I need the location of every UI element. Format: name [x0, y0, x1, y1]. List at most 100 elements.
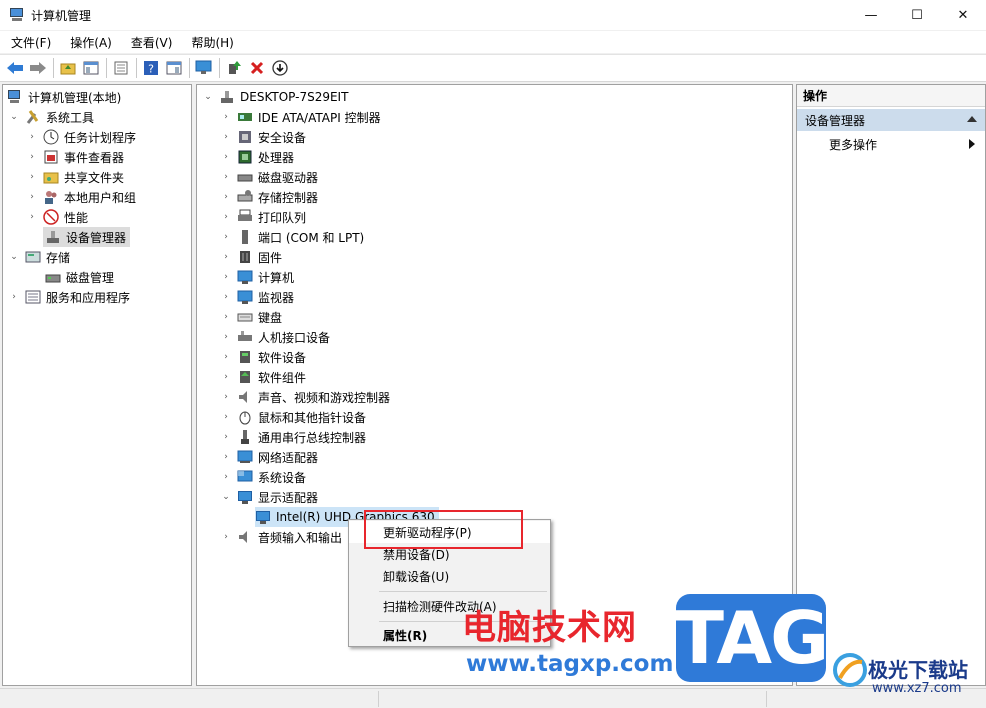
chevron-right-icon[interactable]: › — [221, 172, 231, 182]
chevron-right-icon[interactable]: › — [221, 472, 231, 482]
forward-button[interactable] — [27, 57, 49, 79]
device-category-item[interactable]: › 磁盘驱动器 — [221, 167, 318, 187]
update-driver-button[interactable] — [223, 57, 245, 79]
device-category-item[interactable]: › 监视器 — [221, 287, 294, 307]
device-category-item[interactable]: › 通用串行总线控制器 — [221, 427, 366, 447]
menu-help[interactable]: 帮助(H) — [180, 34, 241, 51]
toolbar-separator — [106, 58, 107, 78]
device-category-item[interactable]: › 处理器 — [221, 147, 294, 167]
firmware-icon — [237, 249, 253, 265]
tree-item-device-manager[interactable]: 设备管理器 — [43, 227, 131, 247]
toolbar-separator — [136, 58, 137, 78]
chevron-right-icon[interactable]: › — [221, 532, 231, 542]
device-category-item[interactable]: › 计算机 — [221, 267, 294, 287]
maximize-button[interactable]: ☐ — [894, 0, 940, 30]
chevron-right-icon[interactable]: › — [221, 312, 231, 322]
device-category-item[interactable]: › 固件 — [221, 247, 282, 267]
svg-text:?: ? — [148, 63, 154, 76]
device-tree-label: 固件 — [258, 250, 283, 265]
device-category-item[interactable]: › 系统设备 — [221, 467, 306, 487]
menu-file[interactable]: 文件(F) — [0, 34, 59, 51]
chevron-down-icon[interactable]: ⌄ — [221, 492, 231, 502]
chevron-right-icon[interactable]: › — [221, 352, 231, 362]
tree-item-local-users[interactable]: › 本地用户和组 — [27, 187, 136, 207]
device-category-item[interactable]: › 网络适配器 — [221, 447, 318, 467]
chevron-right-icon[interactable]: › — [221, 132, 231, 142]
more-actions-item[interactable]: 更多操作 — [797, 133, 985, 155]
back-button[interactable] — [4, 57, 26, 79]
device-tree-label: 系统设备 — [258, 470, 307, 485]
scan-hardware-button[interactable] — [193, 57, 215, 79]
chevron-right-icon[interactable]: › — [221, 232, 231, 242]
uninstall-button[interactable] — [246, 57, 268, 79]
chevron-right-icon[interactable]: › — [221, 252, 231, 262]
tree-item-shared-folders[interactable]: › 共享文件夹 — [27, 167, 124, 187]
close-button[interactable]: ✕ — [940, 0, 986, 30]
performance-icon — [43, 209, 59, 225]
delete-x-icon — [250, 61, 264, 75]
device-category-item[interactable]: › IDE ATA/ATAPI 控制器 — [221, 107, 380, 127]
chevron-right-icon[interactable]: › — [221, 432, 231, 442]
chevron-right-icon[interactable]: › — [221, 212, 231, 222]
minimize-button[interactable]: — — [848, 0, 894, 30]
chevron-right-icon[interactable]: › — [221, 112, 231, 122]
chevron-down-icon[interactable]: ⌄ — [9, 252, 19, 262]
tree-item-task-scheduler[interactable]: › 任务计划程序 — [27, 127, 136, 147]
device-category-item[interactable]: › 存储控制器 — [221, 187, 318, 207]
device-category-audio-io[interactable]: › 音频输入和输出 — [221, 527, 342, 547]
device-category-item[interactable]: › 软件组件 — [221, 367, 306, 387]
chevron-right-icon[interactable]: › — [27, 152, 37, 162]
tree-label: 事件查看器 — [64, 150, 125, 165]
tree-item-system-tools[interactable]: ⌄ 系统工具 — [9, 107, 94, 127]
chevron-right-icon[interactable]: › — [221, 272, 231, 282]
device-category-display-adapters[interactable]: ⌄ 显示适配器 — [221, 487, 318, 507]
device-category-item[interactable]: › 安全设备 — [221, 127, 306, 147]
tree-label: 性能 — [64, 210, 89, 225]
menu-action[interactable]: 操作(A) — [59, 34, 120, 51]
tree-item-storage[interactable]: ⌄ 存储 — [9, 247, 70, 267]
tree-item-event-viewer[interactable]: › 事件查看器 — [27, 147, 124, 167]
device-category-item[interactable]: › 键盘 — [221, 307, 282, 327]
device-category-item[interactable]: › 端口 (COM 和 LPT) — [221, 227, 364, 247]
menu-item-uninstall-device[interactable]: 卸载设备(U) — [349, 565, 550, 587]
status-segment — [378, 691, 379, 707]
download-circle-icon — [272, 60, 288, 76]
device-category-item[interactable]: › 打印队列 — [221, 207, 306, 227]
chevron-down-icon[interactable]: ⌄ — [203, 92, 213, 102]
chevron-right-icon[interactable]: › — [221, 332, 231, 342]
device-category-item[interactable]: › 人机接口设备 — [221, 327, 330, 347]
tree-item-disk-management[interactable]: 磁盘管理 — [43, 267, 114, 287]
device-category-item[interactable]: › 软件设备 — [221, 347, 306, 367]
chevron-right-icon[interactable]: › — [221, 152, 231, 162]
collapse-up-icon[interactable] — [967, 116, 977, 122]
tree-item-services-apps[interactable]: › 服务和应用程序 — [9, 287, 130, 307]
chevron-right-icon[interactable]: › — [221, 392, 231, 402]
chevron-right-icon[interactable]: › — [27, 192, 37, 202]
tree-item-performance[interactable]: › 性能 — [27, 207, 88, 227]
device-tree-root[interactable]: ⌄ DESKTOP-7S29EIT — [203, 87, 348, 107]
chevron-right-icon[interactable]: › — [27, 132, 37, 142]
tree-item-computer-management[interactable]: 计算机管理(本地) — [7, 87, 121, 107]
device-category-item[interactable]: › 鼠标和其他指针设备 — [221, 407, 366, 427]
menu-view[interactable]: 查看(V) — [120, 34, 181, 51]
export-list-button[interactable] — [110, 57, 132, 79]
actions-section-device-manager[interactable]: 设备管理器 — [797, 109, 985, 131]
chevron-right-icon[interactable]: › — [221, 412, 231, 422]
chevron-right-icon[interactable]: › — [221, 372, 231, 382]
chevron-right-icon[interactable]: › — [221, 292, 231, 302]
up-folder-button[interactable] — [57, 57, 79, 79]
display-adapter-icon — [255, 509, 271, 525]
help-button[interactable]: ? — [140, 57, 162, 79]
chevron-right-icon[interactable]: › — [221, 452, 231, 462]
actions-section-label: 设备管理器 — [805, 113, 866, 128]
action-pane-button[interactable] — [163, 57, 185, 79]
device-category-item[interactable]: › 声音、视频和游戏控制器 — [221, 387, 390, 407]
chevron-down-icon[interactable]: ⌄ — [9, 112, 19, 122]
show-hide-tree-button[interactable] — [80, 57, 102, 79]
chevron-right-icon[interactable]: › — [27, 212, 37, 222]
actions-header: 操作 — [797, 85, 985, 107]
chevron-right-icon[interactable]: › — [221, 192, 231, 202]
chevron-right-icon[interactable]: › — [27, 172, 37, 182]
enable-device-button[interactable] — [269, 57, 291, 79]
chevron-right-icon[interactable]: › — [9, 292, 19, 302]
